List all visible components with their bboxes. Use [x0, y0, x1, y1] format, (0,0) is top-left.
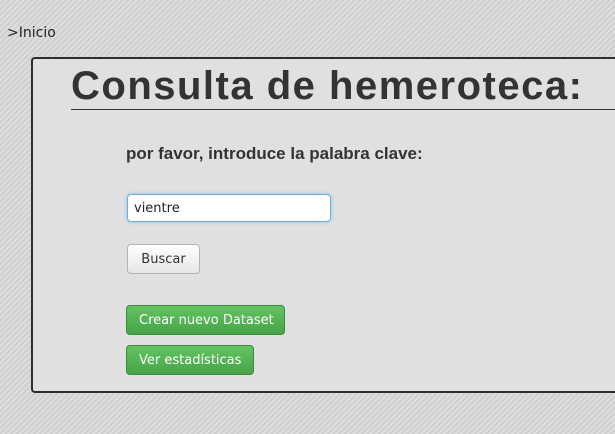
keyword-input[interactable]: [127, 194, 331, 222]
keyword-prompt: por favor, introduce la palabra clave:: [126, 144, 423, 163]
breadcrumb: >Inicio: [7, 25, 56, 41]
page-title: Consulta de hemeroteca:: [71, 64, 615, 110]
home-link[interactable]: >Inicio: [7, 25, 56, 41]
create-dataset-button[interactable]: Crear nuevo Dataset: [126, 305, 285, 335]
search-panel: Consulta de hemeroteca: por favor, intro…: [31, 57, 615, 393]
view-statistics-button[interactable]: Ver estadísticas: [126, 345, 254, 375]
search-button[interactable]: Buscar: [127, 244, 200, 274]
